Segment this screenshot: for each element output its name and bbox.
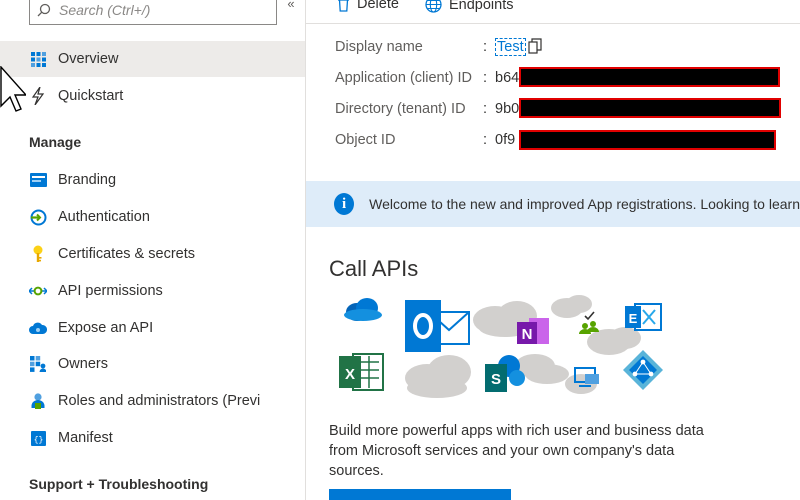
client-id-value: b64 [495, 70, 520, 86]
redaction-bar [519, 98, 781, 118]
azure-ad-icon [623, 350, 663, 390]
svg-text:X: X [345, 366, 355, 383]
client-id-label: Application (client) ID [335, 70, 472, 86]
redaction-bar [519, 130, 776, 150]
toolbar: Delete Endpoints [306, 0, 800, 24]
delete-button[interactable]: Delete [337, 0, 399, 12]
tenant-id-value: 9b0 [495, 101, 520, 117]
sidebar-item-label: Owners [58, 356, 108, 372]
sidebar-item-label: Roles and administrators (Previ [58, 393, 261, 409]
sidebar-item-quickstart[interactable]: Quickstart [0, 78, 305, 114]
sidebar-item-label: Expose an API [58, 320, 154, 336]
colon-separator: : [483, 132, 488, 148]
sidebar-item-label: API permissions [58, 283, 163, 299]
info-icon: i [334, 193, 355, 215]
redaction-bar [519, 67, 780, 87]
sidebar-item-api-permissions[interactable]: API permissions [0, 273, 305, 309]
sidebar-item-label: Certificates & secrets [58, 246, 195, 262]
display-name-label: Display name [335, 39, 423, 55]
object-id-value: 0f9 [495, 132, 516, 148]
sidebar-item-owners[interactable]: Owners [0, 346, 305, 382]
sidebar-item-label: Manifest [58, 430, 113, 446]
call-apis-description: Build more powerful apps with rich user … [329, 423, 704, 479]
key-icon [29, 245, 47, 263]
search-input[interactable] [59, 1, 259, 18]
colon-separator: : [483, 70, 488, 86]
sidebar-item-label: Branding [58, 172, 117, 188]
trash-icon [338, 0, 349, 12]
people-check-icon [579, 311, 599, 334]
colon-separator: : [483, 39, 488, 55]
call-apis-title: Call APIs [329, 256, 419, 281]
sidebar: « Overview Quickstart Manage Branding Au… [0, 0, 306, 500]
lightning-icon [29, 87, 47, 105]
onedrive-icon [344, 298, 382, 321]
display-name-value: Test [495, 38, 526, 56]
collapse-sidebar-button[interactable]: « [283, 0, 299, 13]
owners-grid-icon [29, 355, 47, 373]
display-name-link[interactable]: Test [495, 38, 526, 56]
svg-text:{}: {} [33, 436, 43, 445]
manage-section-header: Manage [29, 134, 82, 150]
sidebar-item-label: Authentication [58, 209, 150, 225]
object-id-label: Object ID [335, 132, 396, 148]
delete-label: Delete [357, 0, 399, 12]
support-section-header: Support + Troubleshooting [29, 476, 209, 492]
sidebar-item-authentication[interactable]: Authentication [0, 199, 305, 235]
view-api-permissions-button[interactable]: View API permissions [329, 489, 511, 500]
mouse-cursor-icon [0, 66, 26, 112]
info-banner[interactable]: i Welcome to the new and improved App re… [306, 181, 800, 227]
sidebar-item-roles-administrators[interactable]: Roles and administrators (Previ [0, 383, 305, 419]
microsoft-services-illustration: N E X S [339, 295, 663, 398]
outlook-icon [405, 300, 470, 352]
sidebar-item-manifest[interactable]: {} Manifest [0, 420, 305, 456]
api-permissions-icon [29, 282, 47, 300]
sidebar-item-expose-api[interactable]: Expose an API [0, 310, 305, 346]
tenant-id-label: Directory (tenant) ID [335, 101, 466, 117]
search-box[interactable] [29, 0, 277, 25]
sidebar-item-branding[interactable]: Branding [0, 162, 305, 198]
sidebar-item-overview[interactable]: Overview [0, 41, 305, 77]
cloud-icon [29, 319, 47, 337]
overview-grid-icon [29, 50, 47, 68]
search-icon [37, 3, 51, 16]
copy-icon[interactable] [528, 38, 542, 54]
banner-text: Welcome to the new and improved App regi… [369, 196, 800, 212]
excel-icon: X [339, 353, 384, 391]
sidebar-item-label: Quickstart [58, 88, 124, 104]
globe-icon [425, 0, 442, 13]
endpoints-label: Endpoints [449, 0, 514, 13]
authentication-icon [29, 208, 47, 226]
sidebar-item-label: Overview [58, 51, 119, 67]
sidebar-item-certificates-secrets[interactable]: Certificates & secrets [0, 236, 305, 272]
branding-icon [29, 171, 47, 189]
svg-text:N: N [522, 326, 533, 343]
colon-separator: : [483, 101, 488, 117]
svg-text:S: S [491, 371, 501, 388]
svg-text:E: E [629, 311, 638, 326]
roles-icon [29, 392, 47, 410]
manifest-icon: {} [29, 429, 47, 447]
exchange-icon: E [625, 303, 662, 331]
endpoints-button[interactable]: Endpoints [425, 0, 514, 13]
